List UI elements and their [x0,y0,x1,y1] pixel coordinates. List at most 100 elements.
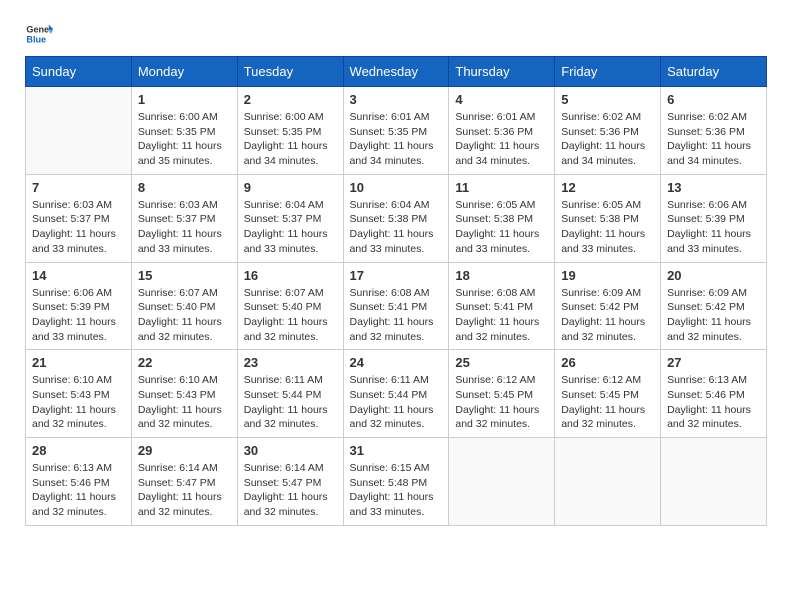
cell-info: Sunrise: 6:06 AMSunset: 5:39 PMDaylight:… [667,198,760,257]
calendar-cell: 27 Sunrise: 6:13 AMSunset: 5:46 PMDayligh… [661,350,767,438]
col-header-tuesday: Tuesday [237,57,343,87]
calendar-week-1: 1 Sunrise: 6:00 AMSunset: 5:35 PMDaylight… [26,87,767,175]
calendar-cell: 24Sunrise: 6:11 AMSunset: 5:44 PMDayligh… [343,350,449,438]
calendar-cell: 17 Sunrise: 6:08 AMSunset: 5:41 PMDayligh… [343,262,449,350]
calendar-cell: 14Sunrise: 6:06 AMSunset: 5:39 PMDayligh… [26,262,132,350]
cell-info: Sunrise: 6:12 AMSunset: 5:45 PMDaylight:… [561,373,654,432]
cell-info: Sunrise: 6:00 AMSunset: 5:35 PMDaylight:… [138,110,231,169]
day-number: 9 [244,180,337,195]
day-number: 18 [455,268,548,283]
day-number: 14 [32,268,125,283]
day-number: 27 [667,355,760,370]
day-number: 25 [455,355,548,370]
day-number: 21 [32,355,125,370]
cell-info: Sunrise: 6:14 AMSunset: 5:47 PMDaylight:… [244,461,337,520]
day-number: 28 [32,443,125,458]
calendar-cell: 18 Sunrise: 6:08 AMSunset: 5:41 PMDayligh… [449,262,555,350]
calendar-cell: 28 Sunrise: 6:13 AMSunset: 5:46 PMDayligh… [26,438,132,526]
cell-info: Sunrise: 6:15 AMSunset: 5:48 PMDaylight:… [350,461,443,520]
calendar-cell [26,87,132,175]
col-header-wednesday: Wednesday [343,57,449,87]
calendar-cell: 26Sunrise: 6:12 AMSunset: 5:45 PMDayligh… [555,350,661,438]
col-header-friday: Friday [555,57,661,87]
day-number: 6 [667,92,760,107]
calendar-cell: 16Sunrise: 6:07 AMSunset: 5:40 PMDayligh… [237,262,343,350]
calendar-cell [661,438,767,526]
cell-info: Sunrise: 6:05 AMSunset: 5:38 PMDaylight:… [561,198,654,257]
calendar-cell: 10 Sunrise: 6:04 AMSunset: 5:38 PMDayligh… [343,174,449,262]
day-number: 13 [667,180,760,195]
cell-info: Sunrise: 6:08 AMSunset: 5:41 PMDaylight:… [350,286,443,345]
col-header-saturday: Saturday [661,57,767,87]
page-header: General Blue [25,20,767,48]
cell-info: Sunrise: 6:03 AMSunset: 5:37 PMDaylight:… [138,198,231,257]
calendar-cell: 3 Sunrise: 6:01 AMSunset: 5:35 PMDaylight… [343,87,449,175]
cell-info: Sunrise: 6:04 AMSunset: 5:37 PMDaylight:… [244,198,337,257]
day-number: 4 [455,92,548,107]
cell-info: Sunrise: 6:08 AMSunset: 5:41 PMDaylight:… [455,286,548,345]
cell-info: Sunrise: 6:05 AMSunset: 5:38 PMDaylight:… [455,198,548,257]
cell-info: Sunrise: 6:13 AMSunset: 5:46 PMDaylight:… [32,461,125,520]
calendar-cell: 4 Sunrise: 6:01 AMSunset: 5:36 PMDaylight… [449,87,555,175]
day-number: 10 [350,180,443,195]
cell-info: Sunrise: 6:07 AMSunset: 5:40 PMDaylight:… [138,286,231,345]
calendar-week-4: 21 Sunrise: 6:10 AMSunset: 5:43 PMDayligh… [26,350,767,438]
calendar-week-3: 14Sunrise: 6:06 AMSunset: 5:39 PMDayligh… [26,262,767,350]
cell-info: Sunrise: 6:03 AMSunset: 5:37 PMDaylight:… [32,198,125,257]
calendar-cell: 31 Sunrise: 6:15 AMSunset: 5:48 PMDayligh… [343,438,449,526]
cell-info: Sunrise: 6:00 AMSunset: 5:35 PMDaylight:… [244,110,337,169]
cell-info: Sunrise: 6:12 AMSunset: 5:45 PMDaylight:… [455,373,548,432]
day-number: 1 [138,92,231,107]
cell-info: Sunrise: 6:01 AMSunset: 5:36 PMDaylight:… [455,110,548,169]
calendar-week-2: 7 Sunrise: 6:03 AMSunset: 5:37 PMDaylight… [26,174,767,262]
cell-info: Sunrise: 6:14 AMSunset: 5:47 PMDaylight:… [138,461,231,520]
calendar-cell: 9 Sunrise: 6:04 AMSunset: 5:37 PMDaylight… [237,174,343,262]
day-number: 31 [350,443,443,458]
day-number: 2 [244,92,337,107]
day-number: 30 [244,443,337,458]
cell-info: Sunrise: 6:13 AMSunset: 5:46 PMDaylight:… [667,373,760,432]
calendar-cell: 1 Sunrise: 6:00 AMSunset: 5:35 PMDaylight… [131,87,237,175]
cell-info: Sunrise: 6:09 AMSunset: 5:42 PMDaylight:… [667,286,760,345]
day-number: 17 [350,268,443,283]
svg-text:Blue: Blue [26,34,46,44]
day-number: 23 [244,355,337,370]
day-number: 3 [350,92,443,107]
col-header-thursday: Thursday [449,57,555,87]
calendar-cell: 19Sunrise: 6:09 AMSunset: 5:42 PMDayligh… [555,262,661,350]
cell-info: Sunrise: 6:09 AMSunset: 5:42 PMDaylight:… [561,286,654,345]
calendar-cell: 25 Sunrise: 6:12 AMSunset: 5:45 PMDayligh… [449,350,555,438]
cell-info: Sunrise: 6:10 AMSunset: 5:43 PMDaylight:… [138,373,231,432]
logo: General Blue [25,20,53,48]
cell-info: Sunrise: 6:01 AMSunset: 5:35 PMDaylight:… [350,110,443,169]
calendar-cell: 15 Sunrise: 6:07 AMSunset: 5:40 PMDayligh… [131,262,237,350]
calendar-header-row: SundayMondayTuesdayWednesdayThursdayFrid… [26,57,767,87]
calendar-cell: 21 Sunrise: 6:10 AMSunset: 5:43 PMDayligh… [26,350,132,438]
logo-icon: General Blue [25,20,53,48]
calendar-cell: 11 Sunrise: 6:05 AMSunset: 5:38 PMDayligh… [449,174,555,262]
cell-info: Sunrise: 6:02 AMSunset: 5:36 PMDaylight:… [667,110,760,169]
calendar-cell: 2 Sunrise: 6:00 AMSunset: 5:35 PMDaylight… [237,87,343,175]
calendar-cell: 12 Sunrise: 6:05 AMSunset: 5:38 PMDayligh… [555,174,661,262]
day-number: 15 [138,268,231,283]
day-number: 7 [32,180,125,195]
day-number: 12 [561,180,654,195]
day-number: 29 [138,443,231,458]
calendar-cell: 22 Sunrise: 6:10 AMSunset: 5:43 PMDayligh… [131,350,237,438]
day-number: 22 [138,355,231,370]
calendar-cell: 5 Sunrise: 6:02 AMSunset: 5:36 PMDaylight… [555,87,661,175]
cell-info: Sunrise: 6:04 AMSunset: 5:38 PMDaylight:… [350,198,443,257]
day-number: 11 [455,180,548,195]
calendar-cell: 13 Sunrise: 6:06 AMSunset: 5:39 PMDayligh… [661,174,767,262]
col-header-monday: Monday [131,57,237,87]
calendar-cell: 8 Sunrise: 6:03 AMSunset: 5:37 PMDaylight… [131,174,237,262]
calendar-table: SundayMondayTuesdayWednesdayThursdayFrid… [25,56,767,526]
calendar-cell: 29 Sunrise: 6:14 AMSunset: 5:47 PMDayligh… [131,438,237,526]
cell-info: Sunrise: 6:11 AMSunset: 5:44 PMDaylight:… [350,373,443,432]
day-number: 16 [244,268,337,283]
cell-info: Sunrise: 6:10 AMSunset: 5:43 PMDaylight:… [32,373,125,432]
calendar-week-5: 28 Sunrise: 6:13 AMSunset: 5:46 PMDayligh… [26,438,767,526]
day-number: 5 [561,92,654,107]
cell-info: Sunrise: 6:02 AMSunset: 5:36 PMDaylight:… [561,110,654,169]
day-number: 8 [138,180,231,195]
